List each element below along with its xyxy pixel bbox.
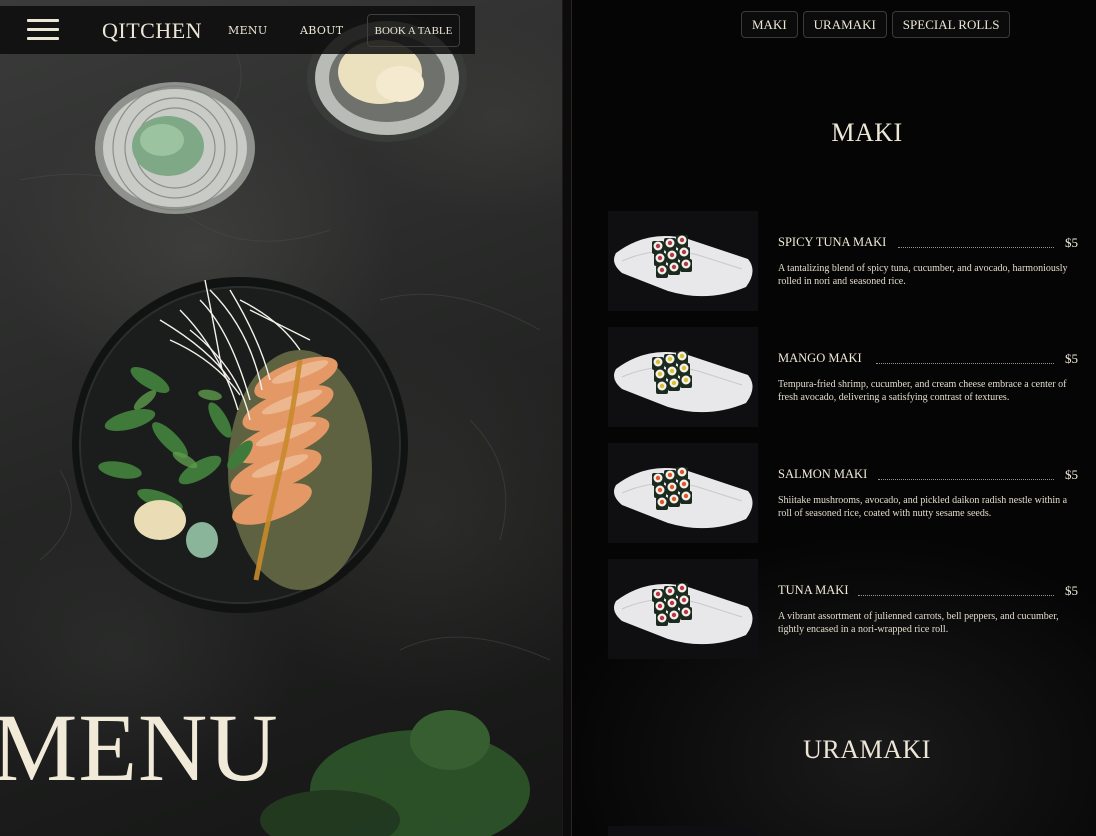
nav-link-about[interactable]: ABOUT bbox=[300, 24, 343, 37]
hero-title: MENU bbox=[0, 694, 279, 801]
section-title-maki: MAKI bbox=[831, 118, 903, 147]
item-photo bbox=[608, 443, 758, 543]
hero-panel: MENU bbox=[0, 0, 562, 836]
item-name: TUNA MAKI bbox=[778, 583, 849, 597]
price-leader bbox=[898, 247, 1054, 248]
tab-uramaki[interactable]: URAMAKI bbox=[802, 11, 887, 38]
item-price: $5 bbox=[1065, 235, 1078, 250]
item-description: A vibrant assortment of julienned carrot… bbox=[778, 611, 1059, 635]
sushi-plate-illustration bbox=[614, 351, 753, 413]
item-photo bbox=[608, 211, 758, 311]
item-description: Shiitake mushrooms, avocado, and pickled… bbox=[778, 495, 1068, 519]
nav-link-menu[interactable]: MENU bbox=[228, 24, 267, 37]
maki-rolls bbox=[652, 467, 692, 510]
tab-special-rolls[interactable]: SPECIAL ROLLS bbox=[891, 11, 1011, 38]
hamburger-menu-icon[interactable] bbox=[27, 19, 59, 41]
panel-divider bbox=[562, 0, 572, 836]
item-photo bbox=[608, 559, 758, 659]
salmon-bowl bbox=[72, 277, 408, 613]
category-tabs: MAKI URAMAKI SPECIAL ROLLS bbox=[741, 11, 1011, 38]
maki-rolls bbox=[652, 235, 692, 278]
price-leader bbox=[876, 363, 1054, 364]
brand-logo[interactable]: QITCHEN bbox=[102, 18, 202, 44]
item-name: SALMON MAKI bbox=[778, 467, 868, 481]
sushi-plate-illustration bbox=[614, 235, 753, 297]
greenery bbox=[260, 710, 530, 836]
price-leader bbox=[878, 479, 1054, 480]
item-description: Tempura-fried shrimp, cucumber, and crea… bbox=[778, 379, 1067, 403]
tab-maki[interactable]: MAKI bbox=[741, 11, 798, 38]
maki-rolls bbox=[652, 583, 692, 626]
top-nav: QITCHEN MENU ABOUT BOOK A TABLE bbox=[0, 6, 475, 54]
sushi-plate-illustration bbox=[614, 467, 753, 529]
menu-item[interactable]: MANGO MAKI $5 Tempura-fried shrimp, cucu… bbox=[608, 327, 1078, 427]
maki-rolls bbox=[652, 351, 692, 394]
item-price: $5 bbox=[1065, 351, 1078, 366]
item-photo bbox=[608, 327, 758, 427]
book-table-button[interactable]: BOOK A TABLE bbox=[367, 14, 460, 47]
menu-item[interactable]: SPICY TUNA MAKI $5 A tantalizing blend o… bbox=[608, 211, 1078, 311]
wasabi-bowl bbox=[95, 82, 255, 214]
menu-panel: MAKI URAMAKI SPECIAL ROLLS MAKI SPICY TU… bbox=[572, 0, 1096, 836]
item-description: A tantalizing blend of spicy tuna, cucum… bbox=[778, 263, 1068, 287]
menu-item[interactable]: TUNA MAKI $5 A vibrant assortment of jul… bbox=[608, 559, 1078, 659]
sushi-plate-illustration bbox=[614, 583, 753, 645]
price-leader bbox=[858, 595, 1054, 596]
menu-item[interactable]: SALMON MAKI $5 Shiitake mushrooms, avoca… bbox=[608, 443, 1078, 543]
item-name: SPICY TUNA MAKI bbox=[778, 235, 887, 249]
item-name: MANGO MAKI bbox=[778, 351, 862, 365]
item-photo bbox=[608, 826, 758, 836]
section-title-uramaki: URAMAKI bbox=[803, 735, 931, 764]
item-price: $5 bbox=[1065, 583, 1078, 598]
item-price: $5 bbox=[1065, 467, 1078, 482]
